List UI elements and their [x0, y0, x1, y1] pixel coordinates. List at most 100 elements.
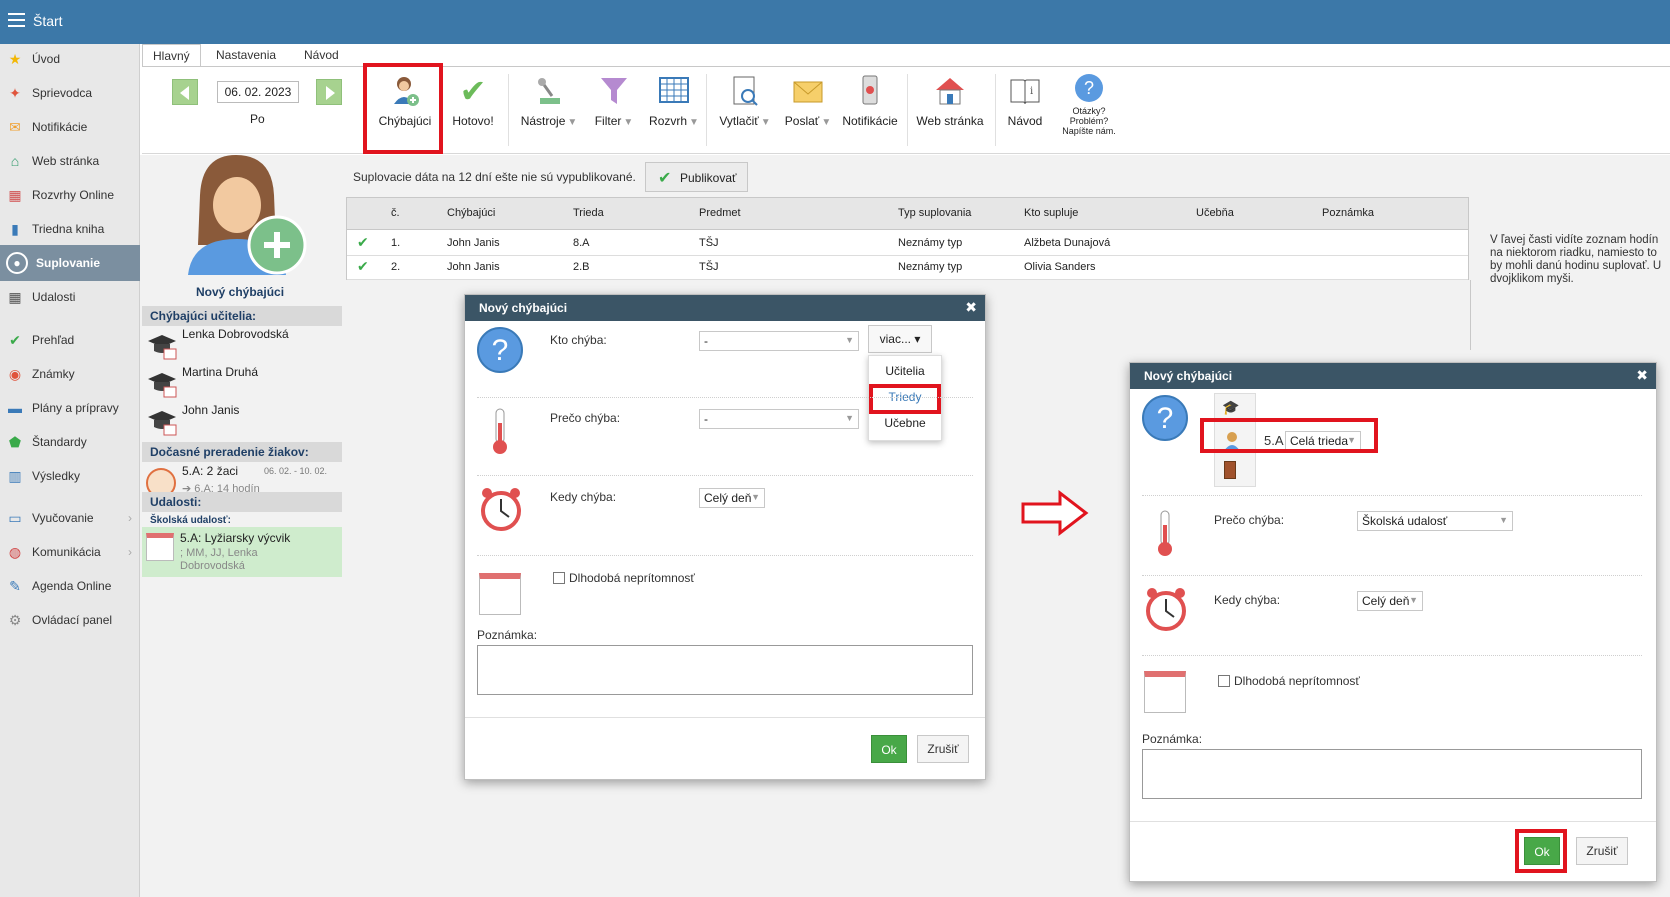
separator: [477, 555, 973, 556]
separator: [1142, 655, 1642, 656]
who-label: Kto chýba:: [550, 333, 607, 347]
cancel-button[interactable]: Zrušiť: [917, 735, 969, 763]
prev-day-button[interactable]: [172, 79, 198, 105]
sidebar-item-prehlad[interactable]: ✔ Prehľad: [0, 325, 140, 355]
sidebar-item-sprievodca[interactable]: ✦ Sprievodca: [0, 78, 140, 108]
new-absent-label[interactable]: Nový chýbajúci: [196, 285, 284, 299]
new-absent-avatar[interactable]: [180, 155, 307, 275]
when-value: Celý deň: [704, 491, 752, 505]
nastroje-label: Nástroje: [520, 114, 566, 128]
close-icon[interactable]: ✖: [965, 299, 977, 316]
dropdown-arrow-icon: ▼: [760, 117, 771, 128]
who-select[interactable]: - ▼: [699, 331, 859, 351]
user-icon: ●: [6, 252, 28, 274]
timetable-icon: ▦: [8, 186, 22, 203]
question-icon: ?: [477, 327, 523, 373]
substitution-table: č. Chýbajúci Trieda Predmet Typ suplovan…: [346, 197, 1469, 280]
close-icon[interactable]: ✖: [1636, 367, 1648, 384]
why-select[interactable]: Školská udalosť ▼: [1357, 511, 1513, 531]
door-icon[interactable]: [1224, 461, 1236, 479]
sidebar-item-znamky[interactable]: ◉ Známky: [0, 359, 140, 389]
longterm-checkbox[interactable]: [1218, 675, 1230, 687]
when-select[interactable]: Celý deň ▼: [1357, 591, 1423, 611]
graduation-cap-icon[interactable]: 🎓: [1222, 399, 1239, 416]
sidebar-item-suplovanie[interactable]: ● Suplovanie: [0, 245, 140, 281]
sidebar-item-label: Vyučovanie: [32, 511, 94, 525]
poslat-button[interactable]: Poslať ▼: [783, 74, 833, 128]
tab-nastavenia[interactable]: Nastavenia: [206, 44, 286, 66]
sidebar-item-label: Suplovanie: [36, 256, 101, 270]
filter-button[interactable]: Filter ▼: [589, 74, 639, 128]
sidebar-item-agenda-online[interactable]: ✎ Agenda Online: [0, 571, 140, 601]
sidebar-item-web-stranka[interactable]: ⌂ Web stránka: [0, 146, 140, 176]
envelope-icon: ✉: [9, 118, 21, 135]
table-row[interactable]: ✔ 1. John Janis 8.A TŠJ Neznámy typ Alžb…: [347, 231, 1468, 256]
help-contact-button[interactable]: ? Otázky? Problém? Napíšte nám.: [1056, 74, 1122, 136]
tab-navod[interactable]: Návod: [294, 44, 349, 66]
col-header: Predmet: [699, 207, 741, 219]
why-select[interactable]: - ▼: [699, 409, 859, 429]
event-row[interactable]: 5.A: Lyžiarsky výcvik ; MM, JJ, Lenka Do…: [142, 527, 342, 577]
rozvrh-button[interactable]: Rozvrh ▼: [646, 74, 702, 128]
calendar-icon: [1144, 671, 1186, 713]
graduation-cap-icon: [146, 329, 178, 361]
check-icon: ✔: [357, 234, 369, 250]
note-textarea[interactable]: [1142, 749, 1642, 799]
cell: Olivia Sanders: [1024, 261, 1096, 273]
teacher-name: John Janis: [182, 403, 240, 417]
vytlacit-button[interactable]: Vytlačiť ▼: [716, 74, 774, 128]
wand-icon: ✦: [9, 84, 21, 101]
dropdown-arrow-icon: ▼: [845, 413, 854, 423]
events-header: Udalosti:: [142, 492, 342, 512]
table-row[interactable]: ✔ 2. John Janis 2.B TŠJ Neznámy typ Oliv…: [347, 255, 1468, 280]
hotovo-button[interactable]: ✔ Hotovo!: [448, 74, 498, 128]
publish-button[interactable]: ✔ Publikovať: [645, 162, 748, 192]
more-button[interactable]: viac... ▾: [868, 325, 932, 353]
sidebar-item-vyucovanie[interactable]: ▭ Vyučovanie ›: [0, 503, 140, 533]
thermometer-icon: [490, 407, 510, 455]
next-day-button[interactable]: [316, 79, 342, 105]
grades-icon: ◉: [8, 365, 22, 382]
sidebar-item-label: Prehľad: [32, 333, 75, 347]
nastroje-button[interactable]: Nástroje ▼: [516, 74, 582, 128]
sidebar-item-plany[interactable]: ▬ Plány a prípravy: [0, 393, 140, 423]
date-input[interactable]: 06. 02. 2023: [217, 81, 299, 103]
sidebar-item-notifikacie[interactable]: ✉ Notifikácie: [0, 112, 140, 142]
sidebar-item-label: Notifikácie: [32, 120, 88, 134]
web-stranka-button[interactable]: Web stránka: [913, 74, 987, 128]
top-bar: Štart: [0, 0, 1670, 44]
navod-button[interactable]: i Návod: [1003, 74, 1047, 128]
when-label: Kedy chýba:: [1214, 593, 1281, 607]
absent-teacher-row[interactable]: Lenka Dobrovodská: [144, 325, 344, 363]
new-absent-dialog-filled: Nový chýbajúci ✖ ? 🎓 5.A Celá trieda ▼ Pr…: [1129, 362, 1657, 882]
alarm-clock-icon: [477, 485, 525, 533]
sidebar-item-uvod[interactable]: ★ Úvod: [0, 44, 140, 74]
ok-button[interactable]: Ok: [871, 735, 907, 763]
web-stranka-label: Web stránka: [916, 114, 984, 128]
sidebar-item-komunikacia[interactable]: ◍ Komunikácia ›: [0, 537, 140, 567]
absent-teacher-row[interactable]: John Janis: [144, 401, 344, 439]
when-select[interactable]: Celý deň ▼: [699, 488, 765, 508]
sidebar-item-label: Plány a prípravy: [32, 401, 119, 415]
hamburger-menu-icon[interactable]: [8, 13, 25, 27]
sidebar-item-ovladaci-panel[interactable]: ⚙ Ovládací panel: [0, 605, 140, 635]
app-title[interactable]: Štart: [33, 13, 63, 29]
absent-teacher-row[interactable]: Martina Druhá: [144, 363, 344, 401]
option-ucitelia[interactable]: Učitelia: [869, 364, 941, 378]
cancel-button[interactable]: Zrušiť: [1576, 837, 1628, 865]
tools-icon: [532, 74, 566, 108]
tab-hlavny[interactable]: Hlavný: [142, 44, 201, 66]
sidebar-item-vysledky[interactable]: ▥ Výsledky: [0, 461, 140, 491]
notifikacie-button[interactable]: Notifikácie: [838, 74, 902, 128]
separator: [1142, 495, 1642, 496]
reassign-dates: 06. 02. - 10. 02.: [264, 466, 328, 476]
sidebar-item-rozvrhy-online[interactable]: ▦ Rozvrhy Online: [0, 180, 140, 210]
sidebar-item-udalosti[interactable]: ▦ Udalosti: [0, 282, 140, 312]
divider: [1130, 821, 1656, 822]
option-ucebne[interactable]: Učebne: [869, 416, 941, 430]
sidebar-item-standardy[interactable]: ⬟ Štandardy: [0, 427, 140, 457]
longterm-checkbox[interactable]: [553, 572, 565, 584]
note-textarea[interactable]: [477, 645, 973, 695]
sidebar-item-triedna-kniha[interactable]: ▮ Triedna kniha: [0, 214, 140, 244]
school-event-label: Školská udalosť:: [150, 515, 231, 526]
